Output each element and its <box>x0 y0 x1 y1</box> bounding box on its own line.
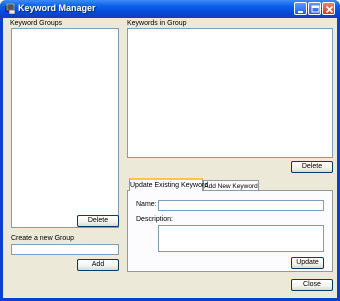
minimize-button[interactable] <box>294 2 307 15</box>
create-group-label: Create a new Group <box>11 235 75 242</box>
update-keyword-panel: Name: Description: Update <box>127 190 333 272</box>
close-window-button[interactable] <box>322 2 335 15</box>
add-group-button[interactable]: Add <box>77 259 119 271</box>
tab-update-existing-keyword[interactable]: Update Existing Keyword <box>129 178 208 191</box>
delete-keyword-button[interactable]: Delete <box>291 161 333 173</box>
keyword-groups-list[interactable] <box>11 28 119 228</box>
window-client-area: Keyword Groups Delete Create a new Group… <box>3 18 337 298</box>
name-label: Name: <box>136 201 157 208</box>
title-bar[interactable]: Keyword Manager <box>0 0 340 18</box>
minimize-icon <box>298 11 303 13</box>
maximize-button[interactable] <box>308 2 321 15</box>
maximize-icon <box>311 5 320 13</box>
keywords-in-group-label: Keywords in Group <box>127 20 187 27</box>
window-title: Keyword Manager <box>18 3 96 13</box>
app-icon <box>5 3 16 15</box>
keywords-list[interactable] <box>127 28 333 158</box>
keyword-groups-label: Keyword Groups <box>10 20 63 27</box>
description-label: Description: <box>136 216 173 223</box>
description-input[interactable] <box>158 225 324 252</box>
name-input[interactable] <box>158 200 324 211</box>
close-button[interactable]: Close <box>291 279 333 291</box>
keyword-manager-window: Keyword Manager Keyword Groups Delete Cr… <box>0 0 340 301</box>
update-button[interactable]: Update <box>291 257 324 269</box>
delete-group-button[interactable]: Delete <box>77 215 119 227</box>
close-icon <box>325 5 334 14</box>
new-group-input[interactable] <box>11 244 119 255</box>
